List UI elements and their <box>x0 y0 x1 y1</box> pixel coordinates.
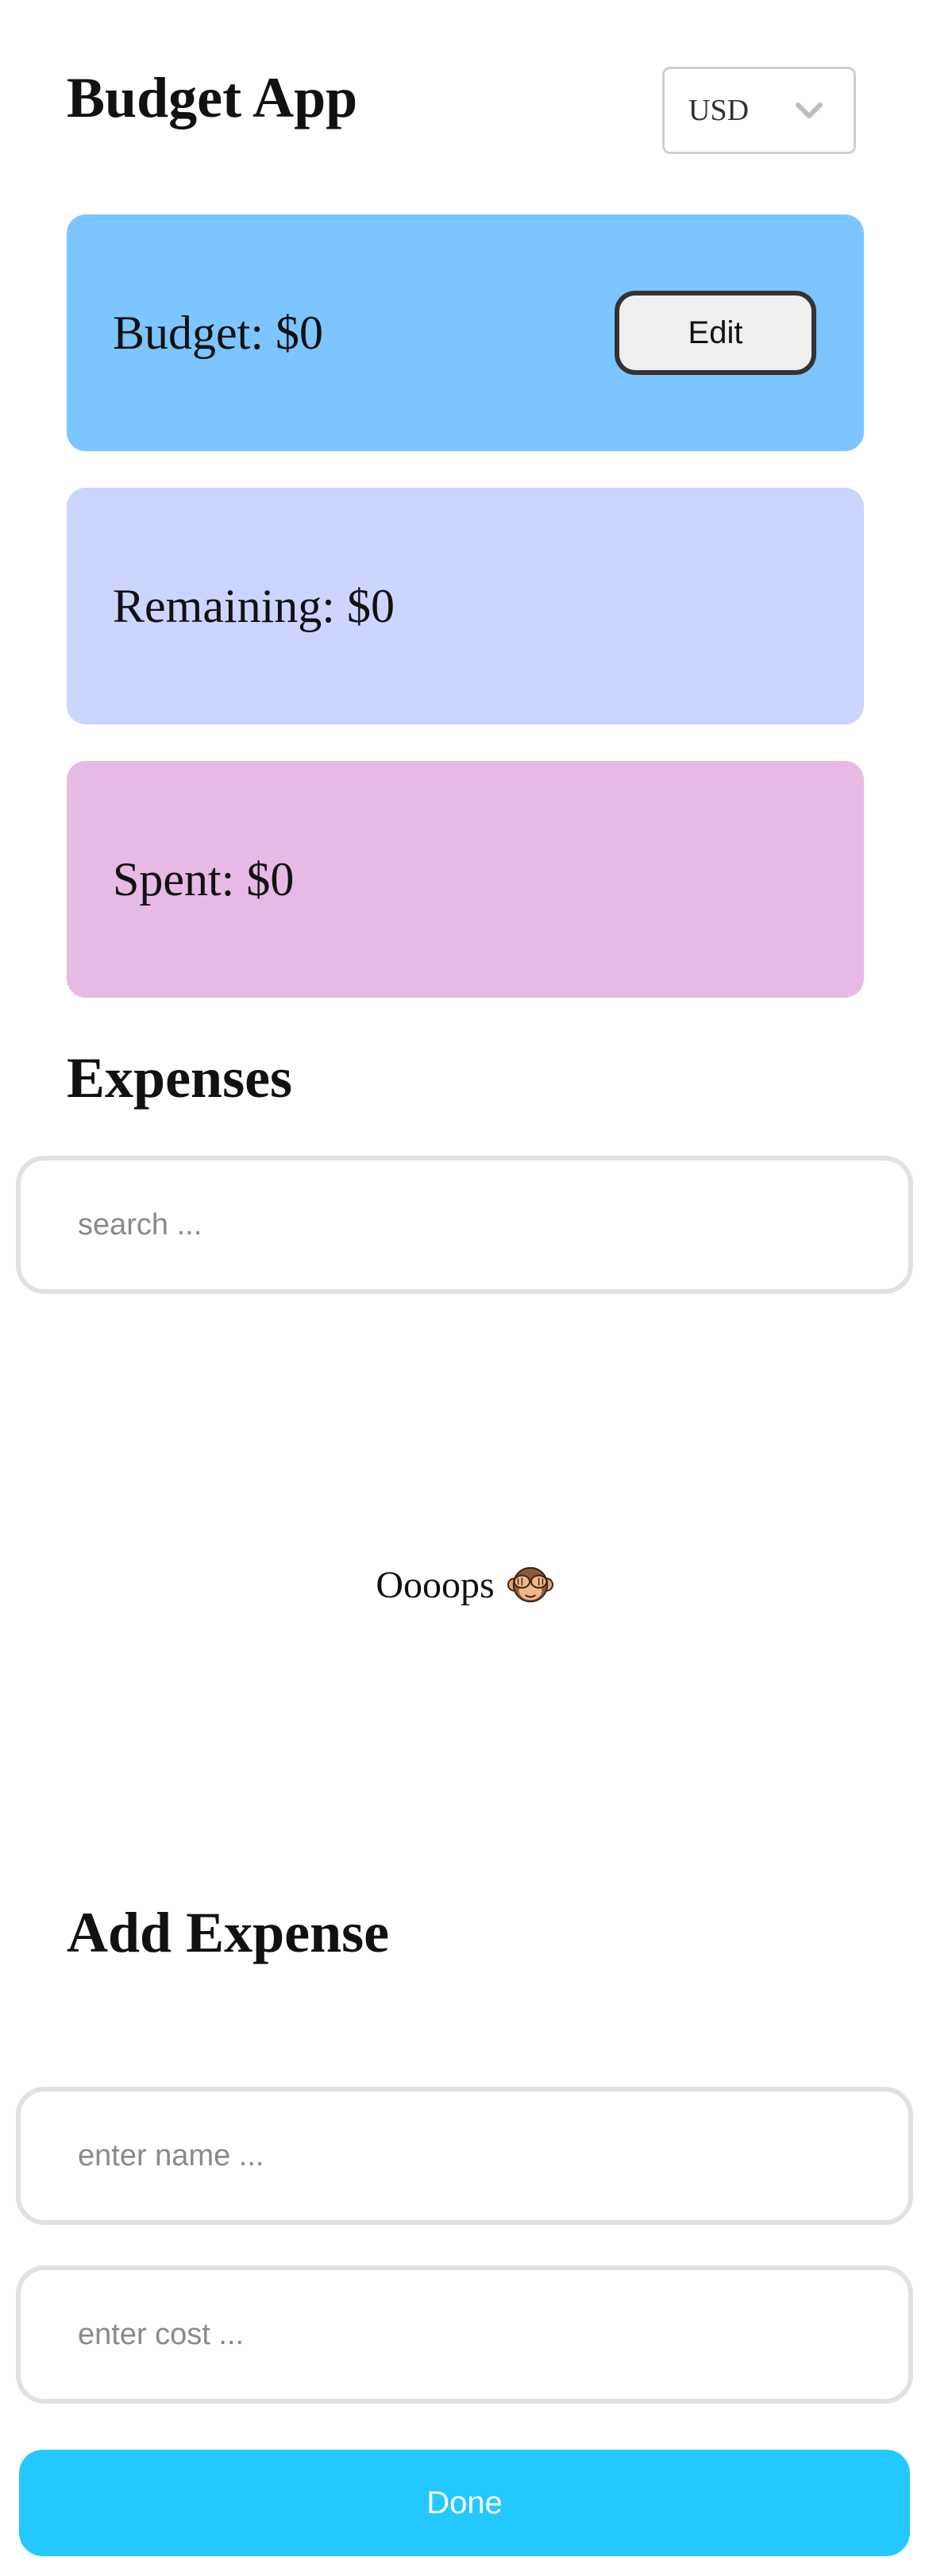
done-button[interactable]: Done <box>19 2450 910 2556</box>
expense-name-input[interactable] <box>16 2087 913 2225</box>
app-title: Budget App <box>67 66 358 129</box>
spent-card: Spent: $0 <box>67 761 864 998</box>
budget-card: Budget: $0 Edit <box>67 214 864 451</box>
expense-cost-input[interactable] <box>16 2265 913 2404</box>
spent-label: Spent: $0 <box>113 852 295 906</box>
remaining-label: Remaining: $0 <box>113 579 395 632</box>
currency-select[interactable]: USD <box>662 67 856 154</box>
edit-budget-button[interactable]: Edit <box>615 291 816 375</box>
search-input[interactable] <box>16 1156 913 1294</box>
empty-state: Oooops <box>0 1562 929 1608</box>
empty-state-text: Oooops <box>376 1563 495 1606</box>
remaining-card: Remaining: $0 <box>67 488 864 724</box>
expenses-title: Expenses <box>67 1046 293 1110</box>
chevron-down-icon <box>796 102 823 118</box>
see-no-evil-monkey-icon <box>507 1566 553 1603</box>
budget-label: Budget: $0 <box>113 306 323 359</box>
add-expense-title: Add Expense <box>67 1901 390 1964</box>
currency-selected-value: USD <box>688 94 750 127</box>
